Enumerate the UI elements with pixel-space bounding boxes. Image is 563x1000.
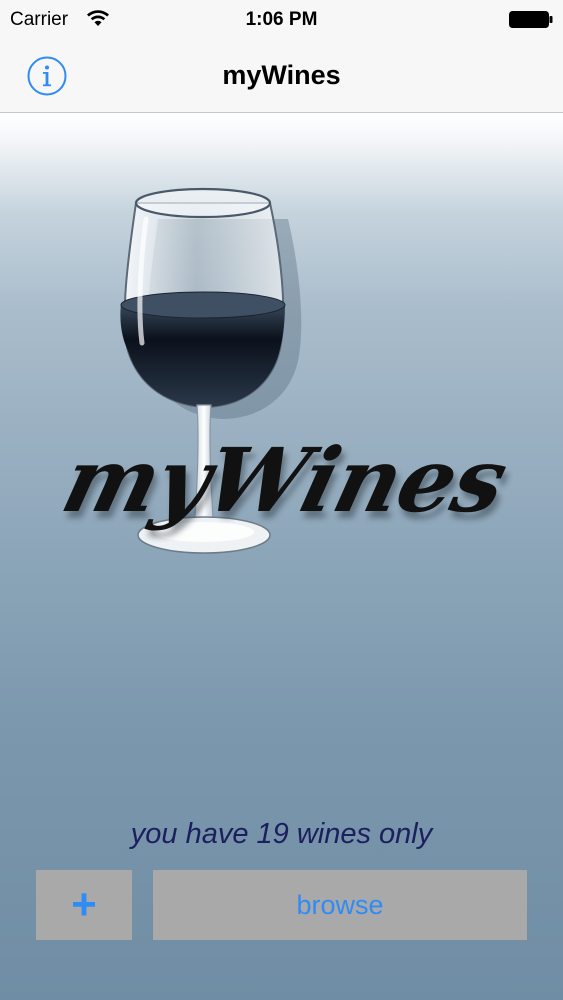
navigation-bar: myWines — [0, 40, 563, 113]
browse-button-label: browse — [296, 889, 384, 920]
logo-text: myWines — [53, 428, 517, 532]
wine-count-label: you have 19 wines only — [130, 818, 433, 850]
add-wine-button[interactable]: + — [36, 870, 132, 940]
page-title: myWines — [222, 60, 341, 90]
battery-icon — [509, 11, 553, 28]
status-bar: Carrier 1:06 PM — [0, 0, 563, 40]
status-time: 1:06 PM — [245, 9, 318, 30]
app-screen: Carrier 1:06 PM myWines myWines you have… — [0, 0, 563, 1000]
browse-button[interactable]: browse — [153, 870, 527, 940]
main-content: myWines you have 19 wines only + browse — [0, 113, 563, 1000]
plus-icon: + — [71, 880, 97, 929]
